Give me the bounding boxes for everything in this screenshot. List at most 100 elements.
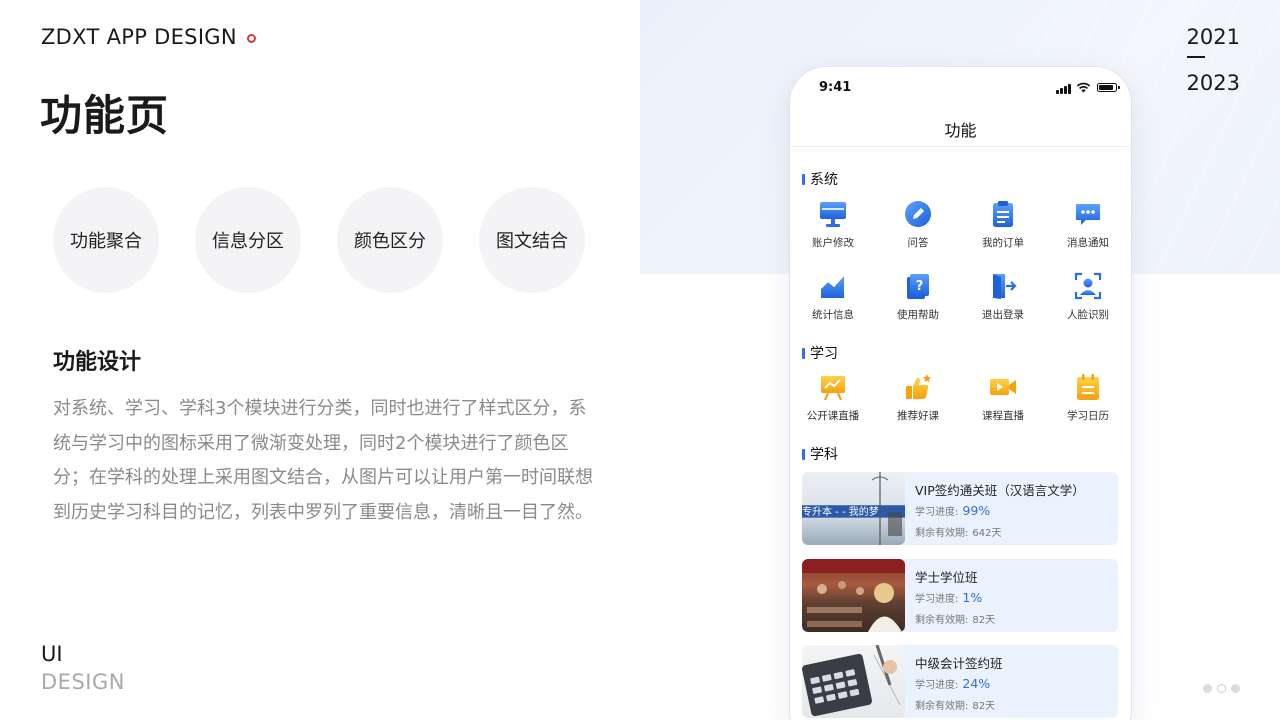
course-name: 中级会计签约班 <box>915 656 1003 671</box>
progress-value: 1% <box>962 590 983 605</box>
monitor-icon <box>818 199 848 229</box>
grid-item-label: 账户修改 <box>812 237 854 249</box>
grid-item-open-class-live[interactable]: 公开课直播 <box>791 372 875 423</box>
nav-title: 功能 <box>944 121 977 140</box>
course-validity: 剩余有效期: 642天 <box>915 524 1001 539</box>
logout-icon <box>988 271 1018 301</box>
pagination-dot[interactable] <box>1231 684 1240 693</box>
feature-tag: 颜色区分 <box>337 187 443 293</box>
feature-tag: 功能聚合 <box>53 187 159 293</box>
grid-item-help[interactable]: ? 使用帮助 <box>876 271 960 322</box>
validity-label: 剩余有效期: <box>915 528 969 539</box>
course-progress: 学习进度: 99% <box>915 503 990 518</box>
validity-label: 剩余有效期: <box>915 701 969 712</box>
course-thumbnail: 专升本 - - 我的梦 <box>802 472 905 545</box>
course-validity: 剩余有效期: 82天 <box>915 611 995 626</box>
status-bar: 9:41 <box>790 67 1131 107</box>
validity-value: 82天 <box>972 701 996 712</box>
grid-item-label: 课程直播 <box>982 410 1024 422</box>
progress-value: 24% <box>962 676 991 691</box>
validity-label: 剩余有效期: <box>915 615 969 626</box>
system-grid-row-2: 统计信息 ? 使用帮助 退出登录 人脸识别 <box>790 271 1131 322</box>
year-end: 2023 <box>1186 71 1240 95</box>
grid-item-qa[interactable]: 问答 <box>876 199 960 250</box>
course-card[interactable]: 专升本 - - 我的梦 VIP签约通关班（汉语言文学） 学习进度: 99% 剩余有… <box>802 472 1118 545</box>
validity-value: 642天 <box>972 528 1002 539</box>
section-title: 功能设计 <box>53 350 142 375</box>
grid-item-study-calendar[interactable]: 学习日历 <box>1046 372 1130 423</box>
help-book-icon: ? <box>903 271 933 301</box>
course-progress: 学习进度: 1% <box>915 590 982 605</box>
course-thumbnail <box>802 559 905 632</box>
course-thumbnail-caption: 专升本 - - 我的梦 <box>802 507 879 518</box>
year-start: 2021 <box>1186 25 1240 49</box>
grid-item-orders[interactable]: 我的订单 <box>961 199 1045 250</box>
grid-item-label: 使用帮助 <box>897 309 939 321</box>
battery-icon <box>1097 83 1120 92</box>
course-progress: 学习进度: 24% <box>915 676 990 691</box>
progress-label: 学习进度: <box>915 594 959 605</box>
page-title: 功能页 <box>40 91 170 140</box>
validity-value: 82天 <box>972 615 996 626</box>
pen-icon <box>903 199 933 229</box>
pagination-dot[interactable] <box>1217 684 1226 693</box>
group-title-study: 学习 <box>802 343 838 363</box>
svg-text:?: ? <box>916 279 924 294</box>
grid-item-face-recognition[interactable]: 人脸识别 <box>1046 271 1130 322</box>
right-panel: 2021 2023 9:41 功能 系统 账户修改 问答 我的订单 消息通知 统… <box>640 0 1280 720</box>
calendar-icon <box>1073 372 1103 402</box>
signal-icon <box>1056 84 1071 94</box>
course-name: VIP签约通关班（汉语言文学） <box>915 483 1085 498</box>
footer-design-label: DESIGN <box>41 670 125 694</box>
grid-item-label: 退出登录 <box>982 309 1024 321</box>
grid-item-logout[interactable]: 退出登录 <box>961 271 1045 322</box>
chat-icon <box>1073 199 1103 229</box>
feature-tags: 功能聚合 信息分区 颜色区分 图文结合 <box>53 187 585 293</box>
course-card[interactable]: 中级会计签约班 学习进度: 24% 剩余有效期: 82天 <box>802 645 1118 718</box>
video-icon <box>988 372 1018 402</box>
wifi-icon <box>1076 82 1091 93</box>
brand-name: ZDXT APP DESIGN <box>41 25 237 49</box>
system-grid-row-1: 账户修改 问答 我的订单 消息通知 <box>790 199 1131 250</box>
grid-item-label: 统计信息 <box>812 309 854 321</box>
grid-item-label: 人脸识别 <box>1067 309 1109 321</box>
grid-item-label: 学习日历 <box>1067 410 1109 422</box>
grid-item-recommended[interactable]: 推荐好课 <box>876 372 960 423</box>
brand-dot-icon <box>246 33 256 43</box>
course-validity: 剩余有效期: 82天 <box>915 697 995 712</box>
grid-item-label: 问答 <box>907 237 929 249</box>
section-description: 对系统、学习、学科3个模块进行分类，同时也进行了样式区分，系统与学习中的图标采用… <box>53 398 593 523</box>
pagination-dots[interactable] <box>1203 684 1240 693</box>
year-range: 2021 2023 <box>1186 24 1240 96</box>
grid-item-label: 公开课直播 <box>806 410 860 422</box>
grid-item-statistics[interactable]: 统计信息 <box>791 271 875 322</box>
grid-item-messages[interactable]: 消息通知 <box>1046 199 1130 250</box>
course-card[interactable]: 学士学位班 学习进度: 1% 剩余有效期: 82天 <box>802 559 1118 632</box>
year-dash <box>1186 56 1205 58</box>
status-time: 9:41 <box>819 80 852 95</box>
board-icon <box>818 372 848 402</box>
left-panel: ZDXT APP DESIGN 功能页 功能聚合 信息分区 颜色区分 图文结合 … <box>0 0 640 720</box>
face-scan-icon <box>1073 271 1103 301</box>
course-name: 学士学位班 <box>915 570 978 585</box>
study-grid: 公开课直播 推荐好课 课程直播 学习日历 <box>790 372 1131 423</box>
brand-header: ZDXT APP DESIGN <box>41 25 256 49</box>
grid-item-account[interactable]: 账户修改 <box>791 199 875 250</box>
group-title-subject: 学科 <box>802 444 838 464</box>
thumbs-up-icon <box>903 372 933 402</box>
group-title-system: 系统 <box>802 169 838 189</box>
feature-tag: 图文结合 <box>479 187 585 293</box>
nav-divider <box>790 146 1131 147</box>
chart-icon <box>818 271 848 301</box>
progress-label: 学习进度: <box>915 507 959 518</box>
course-thumbnail <box>802 645 905 718</box>
pagination-dot[interactable] <box>1203 684 1212 693</box>
grid-item-course-live[interactable]: 课程直播 <box>961 372 1045 423</box>
grid-item-label: 消息通知 <box>1067 237 1109 249</box>
clipboard-icon <box>988 199 1018 229</box>
feature-tag: 信息分区 <box>195 187 301 293</box>
grid-item-label: 我的订单 <box>982 237 1024 249</box>
progress-value: 99% <box>962 503 991 518</box>
phone-mockup: 9:41 功能 系统 账户修改 问答 我的订单 消息通知 统计信息 ? 使用帮助… <box>790 67 1131 720</box>
progress-label: 学习进度: <box>915 680 959 691</box>
